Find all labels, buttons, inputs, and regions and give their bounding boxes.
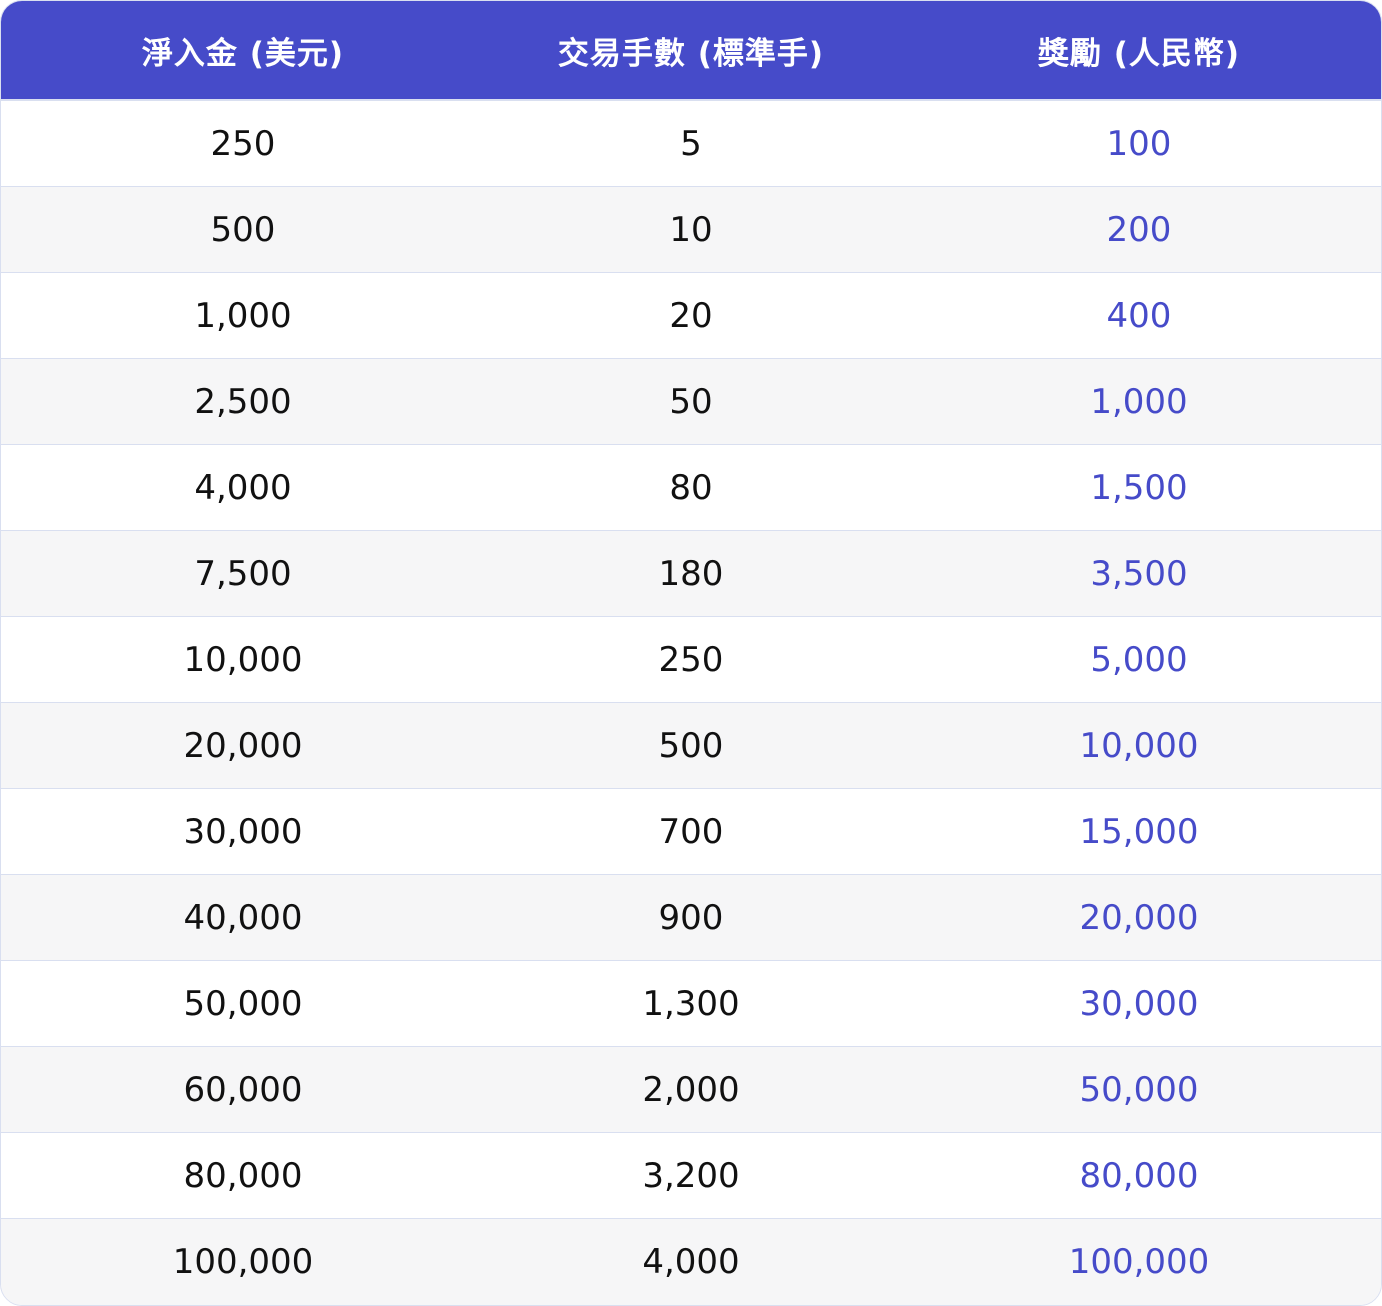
header-reward: 獎勵 (人民幣): [1037, 35, 1241, 72]
net-deposit-cell: 2,500: [194, 381, 292, 422]
trading-lots-cell: 700: [658, 811, 724, 852]
reward-table: 淨入金 (美元) 交易手數 (標準手) 獎勵 (人民幣) 250 5 100 5…: [0, 0, 1382, 1306]
reward-cell: 30,000: [1079, 983, 1199, 1024]
net-deposit-cell: 60,000: [183, 1069, 303, 1110]
table-row: 30,000 700 15,000: [1, 789, 1381, 875]
reward-cell: 200: [1106, 209, 1172, 250]
net-deposit-cell: 7,500: [194, 553, 292, 594]
reward-cell: 20,000: [1079, 897, 1199, 938]
net-deposit-cell: 4,000: [194, 467, 292, 508]
net-deposit-cell: 100,000: [172, 1242, 314, 1282]
reward-cell: 15,000: [1079, 811, 1199, 852]
table-row: 100,000 4,000 100,000: [1, 1219, 1381, 1305]
reward-cell: 3,500: [1090, 553, 1188, 594]
reward-cell: 80,000: [1079, 1155, 1199, 1196]
table-row: 500 10 200: [1, 187, 1381, 273]
table-row: 2,500 50 1,000: [1, 359, 1381, 445]
table-row: 60,000 2,000 50,000: [1, 1047, 1381, 1133]
header-trading-lots: 交易手數 (標準手): [557, 35, 825, 72]
trading-lots-cell: 3,200: [642, 1155, 740, 1196]
table-row: 4,000 80 1,500: [1, 445, 1381, 531]
table-row: 80,000 3,200 80,000: [1, 1133, 1381, 1219]
reward-cell: 5,000: [1090, 639, 1188, 680]
table-row: 20,000 500 10,000: [1, 703, 1381, 789]
reward-cell: 1,000: [1090, 381, 1188, 422]
trading-lots-cell: 180: [658, 553, 724, 594]
header-net-deposit: 淨入金 (美元): [141, 35, 345, 72]
reward-cell: 400: [1106, 295, 1172, 336]
net-deposit-cell: 30,000: [183, 811, 303, 852]
net-deposit-cell: 1,000: [194, 295, 292, 336]
net-deposit-cell: 20,000: [183, 725, 303, 766]
reward-cell: 100,000: [1068, 1242, 1210, 1282]
trading-lots-cell: 10: [669, 209, 713, 250]
reward-cell: 1,500: [1090, 467, 1188, 508]
reward-cell: 50,000: [1079, 1069, 1199, 1110]
table-row: 50,000 1,300 30,000: [1, 961, 1381, 1047]
trading-lots-cell: 500: [658, 725, 724, 766]
table-row: 1,000 20 400: [1, 273, 1381, 359]
net-deposit-cell: 40,000: [183, 897, 303, 938]
trading-lots-cell: 4,000: [642, 1242, 740, 1282]
net-deposit-cell: 50,000: [183, 983, 303, 1024]
net-deposit-cell: 10,000: [183, 639, 303, 680]
table-header: 淨入金 (美元) 交易手數 (標準手) 獎勵 (人民幣): [1, 1, 1381, 101]
table-row: 7,500 180 3,500: [1, 531, 1381, 617]
table-row: 250 5 100: [1, 101, 1381, 187]
net-deposit-cell: 250: [210, 123, 276, 164]
reward-cell: 10,000: [1079, 725, 1199, 766]
trading-lots-cell: 900: [658, 897, 724, 938]
table-row: 10,000 250 5,000: [1, 617, 1381, 703]
net-deposit-cell: 80,000: [183, 1155, 303, 1196]
trading-lots-cell: 50: [669, 381, 713, 422]
trading-lots-cell: 80: [669, 467, 713, 508]
net-deposit-cell: 500: [210, 209, 276, 250]
reward-cell: 100: [1106, 123, 1172, 164]
trading-lots-cell: 20: [669, 295, 713, 336]
trading-lots-cell: 5: [680, 123, 702, 164]
table-row: 40,000 900 20,000: [1, 875, 1381, 961]
trading-lots-cell: 250: [658, 639, 724, 680]
trading-lots-cell: 1,300: [642, 983, 740, 1024]
trading-lots-cell: 2,000: [642, 1069, 740, 1110]
